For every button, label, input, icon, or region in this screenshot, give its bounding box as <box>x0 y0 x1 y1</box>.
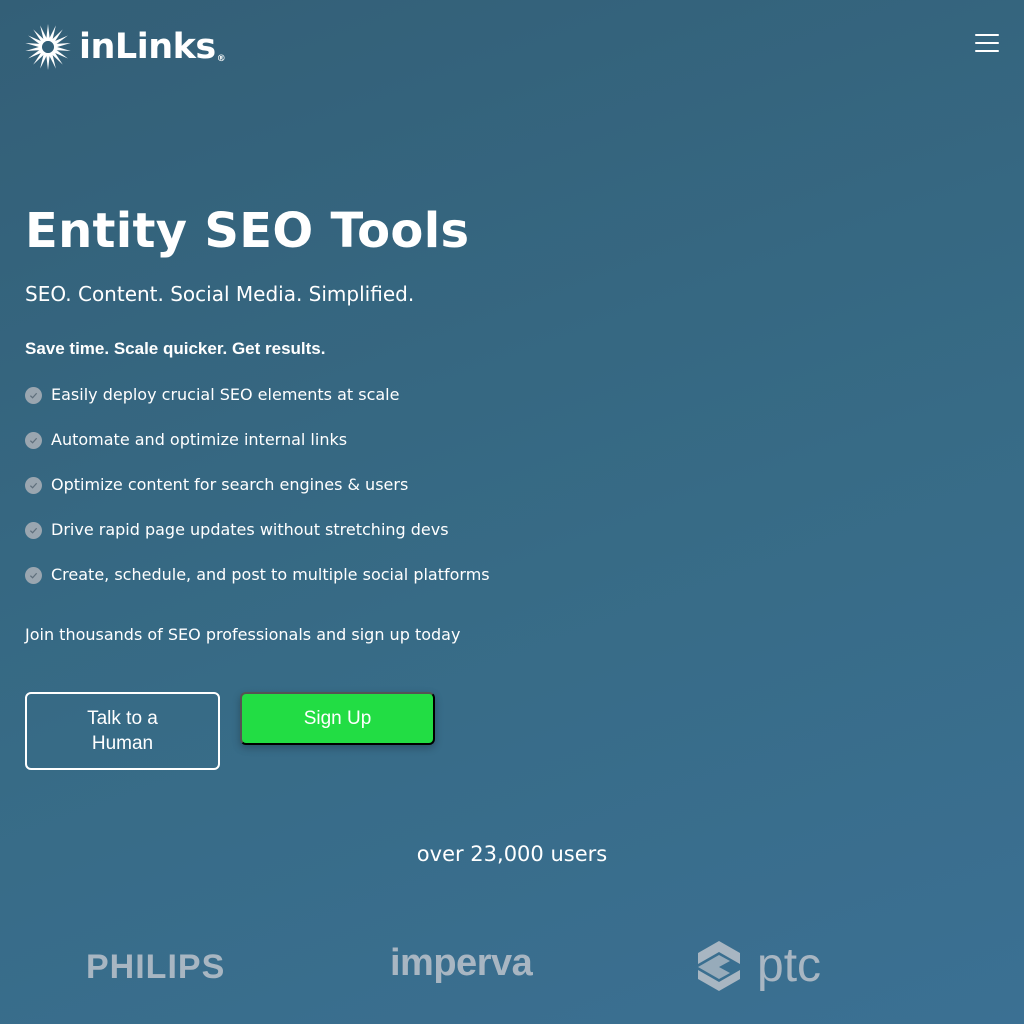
hamburger-menu-icon[interactable] <box>975 34 999 54</box>
check-circle-icon <box>25 431 42 449</box>
menu-bar <box>975 42 999 44</box>
feature-text: Create, schedule, and post to multiple s… <box>51 565 490 584</box>
menu-bar <box>975 50 999 52</box>
sign-up-button[interactable]: Sign Up <box>240 692 435 745</box>
page-title: Entity SEO Tools <box>25 203 470 259</box>
feature-list: Easily deploy crucial SEO elements at sc… <box>25 383 490 608</box>
ptc-logo: ptc <box>696 940 821 992</box>
hero-subtitle: SEO. Content. Social Media. Simplified. <box>25 282 415 306</box>
registered-mark: ® <box>216 54 226 64</box>
feature-text: Optimize content for search engines & us… <box>51 475 409 494</box>
check-circle-icon <box>25 566 42 584</box>
check-circle-icon <box>25 476 42 494</box>
site-header: inLinks® <box>0 0 1024 90</box>
feature-item: Easily deploy crucial SEO elements at sc… <box>25 383 490 407</box>
user-count: over 23,000 users <box>416 842 608 866</box>
hero-tagline: Save time. Scale quicker. Get results. <box>25 339 326 358</box>
feature-item: Optimize content for search engines & us… <box>25 473 490 497</box>
feature-item: Automate and optimize internal links <box>25 428 490 452</box>
feature-item: Drive rapid page updates without stretch… <box>25 518 490 542</box>
inlinks-logo[interactable]: inLinks® <box>25 24 226 70</box>
check-circle-icon <box>25 521 42 539</box>
menu-bar <box>975 34 999 36</box>
ptc-cube-icon <box>698 941 740 991</box>
sunburst-logo-icon <box>25 24 71 70</box>
feature-text: Drive rapid page updates without stretch… <box>51 520 449 539</box>
join-text: Join thousands of SEO professionals and … <box>25 625 461 644</box>
talk-to-human-button[interactable]: Talk to a Human <box>25 692 220 770</box>
client-logos: PHILIPS imperva ptc <box>0 935 1024 1005</box>
imperva-logo: imperva <box>390 942 533 984</box>
feature-text: Easily deploy crucial SEO elements at sc… <box>51 385 400 404</box>
philips-logo: PHILIPS <box>86 948 226 986</box>
logo-wordmark: inLinks® <box>79 24 226 70</box>
ptc-wordmark: ptc <box>757 939 822 992</box>
check-circle-icon <box>25 386 42 404</box>
feature-item: Create, schedule, and post to multiple s… <box>25 563 490 587</box>
feature-text: Automate and optimize internal links <box>51 430 348 449</box>
logo-text: inLinks <box>79 27 216 67</box>
